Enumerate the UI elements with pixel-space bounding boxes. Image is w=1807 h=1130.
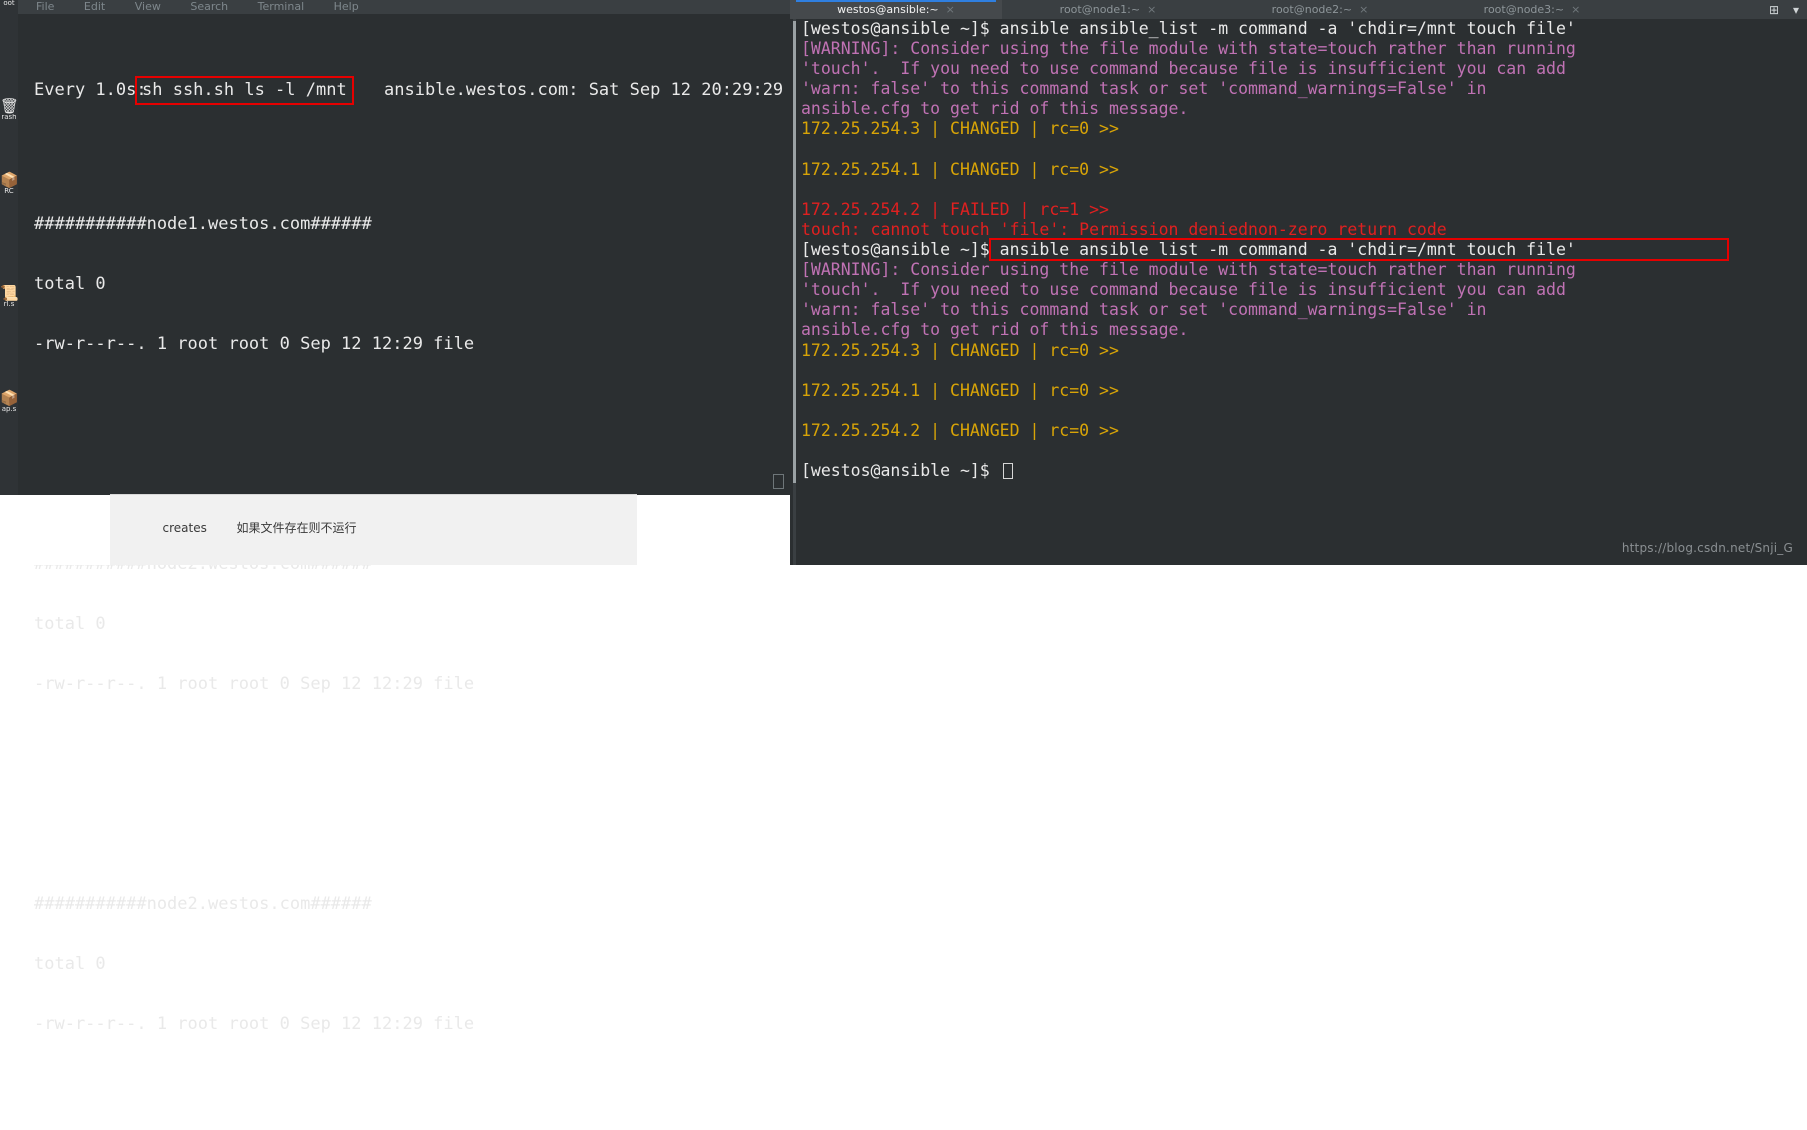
terminal-line: [westos@ansible ~]$ ansible ansible_list… xyxy=(801,19,1576,38)
node-block-line: total 0 xyxy=(34,954,106,974)
tab-label: root@node3:~ xyxy=(1483,3,1565,16)
watch-header-line: Every 1.0s: sh ssh.sh ls -l /mnt ansible… xyxy=(34,76,834,105)
chevron-down-icon[interactable]: ▾ xyxy=(1785,0,1807,19)
archive-glyph: 📦 xyxy=(0,171,19,189)
script-file-icon[interactable]: 📜 rl.s xyxy=(0,284,19,308)
package-file-icon[interactable]: 📦 ap.s xyxy=(0,389,19,413)
menu-search[interactable]: Search xyxy=(190,0,228,13)
resize-grip[interactable] xyxy=(773,474,784,489)
node-block-line: -rw-r--r--. 1 root root 0 Sep 12 12:29 f… xyxy=(34,334,475,354)
terminal-line: 'touch'. If you need to use command beca… xyxy=(801,59,1566,79)
text-cursor xyxy=(1002,463,1013,480)
terminal-line: [WARNING]: Consider using the file modul… xyxy=(801,39,1576,59)
close-icon[interactable]: × xyxy=(1571,3,1580,16)
terminal-line: [westos@ansible ~]$ xyxy=(801,461,1803,481)
trash-icon[interactable]: 🗑 rash xyxy=(0,97,20,121)
trash-glyph: 🗑 xyxy=(0,97,20,115)
desktop-background: oot 🗑 rash 📦 RC 📜 rl.s 📦 ap.s File Edit … xyxy=(0,0,1807,1034)
package-file-glyph: 📦 xyxy=(0,389,19,407)
node-block: ###########node2.westos.com###### total … xyxy=(34,854,790,1074)
doc-row: creates 如果文件存在则不运行 xyxy=(132,505,357,550)
new-tab-icon[interactable]: ⊞ xyxy=(1763,0,1785,19)
left-terminal-output: Every 1.0s: sh ssh.sh ls -l /mnt ansible… xyxy=(18,14,834,1034)
menu-view[interactable]: View xyxy=(135,0,161,13)
bottom-document-panel: creates 如果文件存在则不运行 xyxy=(110,494,637,565)
menu-edit[interactable]: Edit xyxy=(84,0,105,13)
terminal-line: 'warn: false' to this command task or se… xyxy=(801,79,1487,99)
terminal-line: touch: cannot touch 'file': Permission d… xyxy=(801,219,1447,239)
node-block: ###########node1.westos.com###### total … xyxy=(34,174,790,394)
close-icon[interactable]: × xyxy=(1359,3,1368,16)
node-block-line: total 0 xyxy=(34,274,106,294)
terminal-line-list: [westos@ansible ~]$ ansible ansible_list… xyxy=(801,19,1803,481)
tab-label: root@node2:~ xyxy=(1271,3,1353,16)
tab-root-node1[interactable]: root@node1:~ × xyxy=(1002,0,1214,19)
desktop-icon-strip: oot 🗑 rash 📦 RC 📜 rl.s 📦 ap.s xyxy=(0,0,20,495)
close-icon[interactable]: × xyxy=(946,3,955,16)
terminal-line: 'warn: false' to this command task or se… xyxy=(801,300,1487,320)
tab-westos-ansible[interactable]: westos@ansible:~ × xyxy=(790,0,1002,19)
terminal-line: 172.25.254.2 | CHANGED | rc=0 >> xyxy=(801,420,1119,440)
watermark: https://blog.csdn.net/Snji_G xyxy=(1621,541,1793,555)
trash-label: rash xyxy=(1,114,17,121)
node-block-line: total 0 xyxy=(34,614,106,634)
terminal-line: 172.25.254.3 | CHANGED | rc=0 >> xyxy=(801,340,1119,360)
right-terminal-window[interactable]: westos@ansible:~ × root@node1:~ × root@n… xyxy=(790,0,1807,565)
terminal-line: 172.25.254.1 | CHANGED | rc=0 >> xyxy=(801,159,1119,179)
node-block-header: ###########node1.westos.com###### xyxy=(34,214,372,234)
bottom-left-blank xyxy=(0,495,110,565)
close-icon[interactable]: × xyxy=(1147,3,1156,16)
terminal-line: 172.25.254.3 | CHANGED | rc=0 >> xyxy=(801,119,1119,139)
doc-value: 如果文件存在则不运行 xyxy=(236,521,357,535)
menu-terminal[interactable]: Terminal xyxy=(258,0,305,13)
archive-icon[interactable]: 📦 RC xyxy=(0,171,19,195)
menu-file[interactable]: File xyxy=(36,0,54,13)
left-terminal-menubar[interactable]: File Edit View Search Terminal Help xyxy=(18,0,790,14)
watch-host-timestamp: ansible.westos.com: Sat Sep 12 20:29:29 … xyxy=(384,80,835,100)
user-home-icon[interactable]: oot xyxy=(0,0,18,7)
node-block-line: -rw-r--r--. 1 root root 0 Sep 12 12:29 f… xyxy=(34,1014,475,1034)
right-terminal-output: [westos@ansible ~]$ ansible ansible_list… xyxy=(790,19,1807,565)
terminal-line: 'touch'. If you need to use command beca… xyxy=(801,280,1566,300)
tab-root-node2[interactable]: root@node2:~ × xyxy=(1214,0,1426,19)
terminal-line: 172.25.254.1 | CHANGED | rc=0 >> xyxy=(801,380,1119,400)
terminal-line: 172.25.254.2 | FAILED | rc=1 >> xyxy=(801,199,1109,219)
menu-help[interactable]: Help xyxy=(334,0,359,13)
terminal-line: [WARNING]: Consider using the file modul… xyxy=(801,260,1576,280)
command-highlight-box xyxy=(989,238,1729,262)
tab-label: westos@ansible:~ xyxy=(837,3,939,16)
tab-label: root@node1:~ xyxy=(1059,3,1141,16)
doc-key: creates xyxy=(162,521,207,535)
terminal-line: [westos@ansible ~]$ ansible ansible list… xyxy=(801,238,1803,262)
terminal-line: ansible.cfg to get rid of this message. xyxy=(801,320,1189,340)
archive-label: RC xyxy=(4,188,14,195)
bottom-right-blank xyxy=(637,495,790,565)
tab-root-node3[interactable]: root@node3:~ × xyxy=(1426,0,1638,19)
script-file-label: rl.s xyxy=(3,301,15,308)
watch-interval: Every 1.0s: xyxy=(34,80,147,100)
terminal-tabbar[interactable]: westos@ansible:~ × root@node1:~ × root@n… xyxy=(790,0,1807,19)
package-file-label: ap.s xyxy=(1,406,17,413)
terminal-line: ansible.cfg to get rid of this message. xyxy=(801,99,1189,119)
bottom-strip: creates 如果文件存在则不运行 xyxy=(0,494,790,565)
watch-command-highlight: sh ssh.sh ls -l /mnt xyxy=(135,76,354,105)
node-block-line: -rw-r--r--. 1 root root 0 Sep 12 12:29 f… xyxy=(34,674,475,694)
script-file-glyph: 📜 xyxy=(0,284,19,302)
left-terminal-window[interactable]: File Edit View Search Terminal Help Ever… xyxy=(18,0,834,1034)
node-block-header: ###########node2.westos.com###### xyxy=(34,894,372,914)
